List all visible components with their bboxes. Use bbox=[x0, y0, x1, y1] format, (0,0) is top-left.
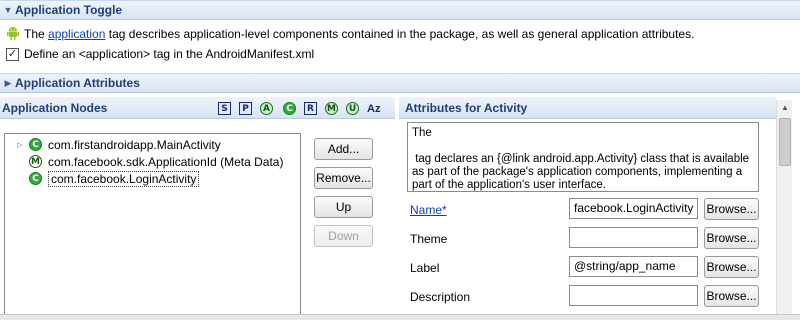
tree-node-main-activity[interactable]: ▷ C com.firstandroidapp.MainActivity bbox=[5, 136, 221, 153]
activity-icon: C bbox=[29, 172, 42, 185]
description-suffix: tag describes application-level componen… bbox=[108, 27, 695, 41]
application-toggle-description: The application tag describes applicatio… bbox=[24, 27, 694, 41]
theme-input[interactable] bbox=[569, 227, 698, 248]
name-input[interactable]: facebook.LoginActivity bbox=[569, 198, 698, 219]
attributes-scrollbar[interactable]: ▲ bbox=[776, 100, 792, 320]
expand-triangle-icon[interactable]: ▶ bbox=[1, 78, 15, 89]
activity-alias-filter-icon[interactable]: A bbox=[260, 102, 273, 115]
description-line: part of the application's user interface… bbox=[412, 179, 606, 191]
tree-node-meta-data[interactable]: M com.facebook.sdk.ApplicationId (Meta D… bbox=[5, 153, 283, 170]
tree-node-label: com.firstandroidapp.MainActivity bbox=[48, 137, 221, 152]
application-tag-link[interactable]: application bbox=[48, 27, 105, 41]
name-field-link[interactable]: Name* bbox=[410, 203, 447, 217]
remove-button[interactable]: Remove... bbox=[314, 167, 373, 189]
down-button: Down bbox=[314, 225, 373, 247]
label-browse-button[interactable]: Browse... bbox=[704, 256, 759, 278]
description-prefix: The bbox=[24, 27, 45, 41]
activity-filter-icon[interactable]: C bbox=[283, 102, 296, 115]
description-line: The bbox=[412, 127, 432, 139]
service-filter-icon[interactable]: S bbox=[218, 102, 231, 115]
android-robot-icon bbox=[7, 26, 19, 40]
theme-label: Theme bbox=[410, 232, 448, 246]
up-button[interactable]: Up bbox=[314, 196, 373, 218]
description-line: as part of the package's application com… bbox=[412, 166, 743, 178]
name-browse-button[interactable]: Browse... bbox=[704, 198, 759, 220]
application-nodes-tree[interactable]: ▷ C com.firstandroidapp.MainActivity M c… bbox=[4, 133, 301, 320]
description-input[interactable] bbox=[569, 285, 698, 306]
scroll-up-arrow-icon[interactable]: ▲ bbox=[777, 100, 793, 116]
activity-attributes-title: Attributes for Activity bbox=[405, 101, 528, 115]
define-application-checkbox[interactable]: ✓ bbox=[6, 47, 19, 61]
add-button[interactable]: Add... bbox=[314, 138, 373, 160]
application-toggle-title: Application Toggle bbox=[15, 3, 123, 17]
define-application-row: ✓ Define an <application> tag in the And… bbox=[6, 47, 314, 61]
tree-node-login-activity[interactable]: C com.facebook.LoginActivity bbox=[5, 170, 200, 187]
uses-library-filter-icon[interactable]: U bbox=[346, 102, 359, 115]
define-application-label: Define an <application> tag in the Andro… bbox=[24, 47, 315, 61]
tree-node-label: com.facebook.LoginActivity bbox=[48, 170, 200, 187]
meta-data-icon: M bbox=[29, 155, 42, 168]
application-toggle-header[interactable]: ▼ Application Toggle bbox=[0, 0, 800, 20]
receiver-filter-icon[interactable]: R bbox=[304, 102, 317, 115]
activity-icon: C bbox=[29, 138, 42, 151]
activity-attributes-header: Attributes for Activity bbox=[399, 97, 776, 119]
description-label: Description bbox=[410, 290, 471, 304]
meta-data-filter-icon[interactable]: M bbox=[325, 102, 338, 115]
expand-arrow-icon[interactable]: ▷ bbox=[15, 141, 25, 149]
label-input[interactable]: @string/app_name bbox=[569, 256, 698, 277]
provider-filter-icon[interactable]: P bbox=[239, 102, 252, 115]
description-line: tag declares an {@link android.app.Activ… bbox=[412, 153, 750, 165]
application-attributes-header[interactable]: ▶ Application Attributes bbox=[0, 73, 800, 93]
tree-node-label: com.facebook.sdk.ApplicationId (Meta Dat… bbox=[48, 154, 284, 169]
scrollbar-thumb[interactable] bbox=[779, 118, 791, 166]
collapse-triangle-icon[interactable]: ▼ bbox=[1, 5, 15, 15]
sort-alphabetically-icon[interactable]: Az bbox=[367, 103, 380, 115]
description-browse-button[interactable]: Browse... bbox=[704, 285, 759, 307]
application-attributes-title: Application Attributes bbox=[15, 76, 140, 90]
editor-tab-strip bbox=[0, 314, 800, 320]
application-nodes-title: Application Nodes bbox=[2, 101, 108, 115]
label-label: Label bbox=[410, 261, 440, 275]
activity-description-box: The tag declares an {@link android.app.A… bbox=[407, 122, 759, 192]
theme-browse-button[interactable]: Browse... bbox=[704, 227, 759, 249]
description-line bbox=[412, 140, 754, 153]
